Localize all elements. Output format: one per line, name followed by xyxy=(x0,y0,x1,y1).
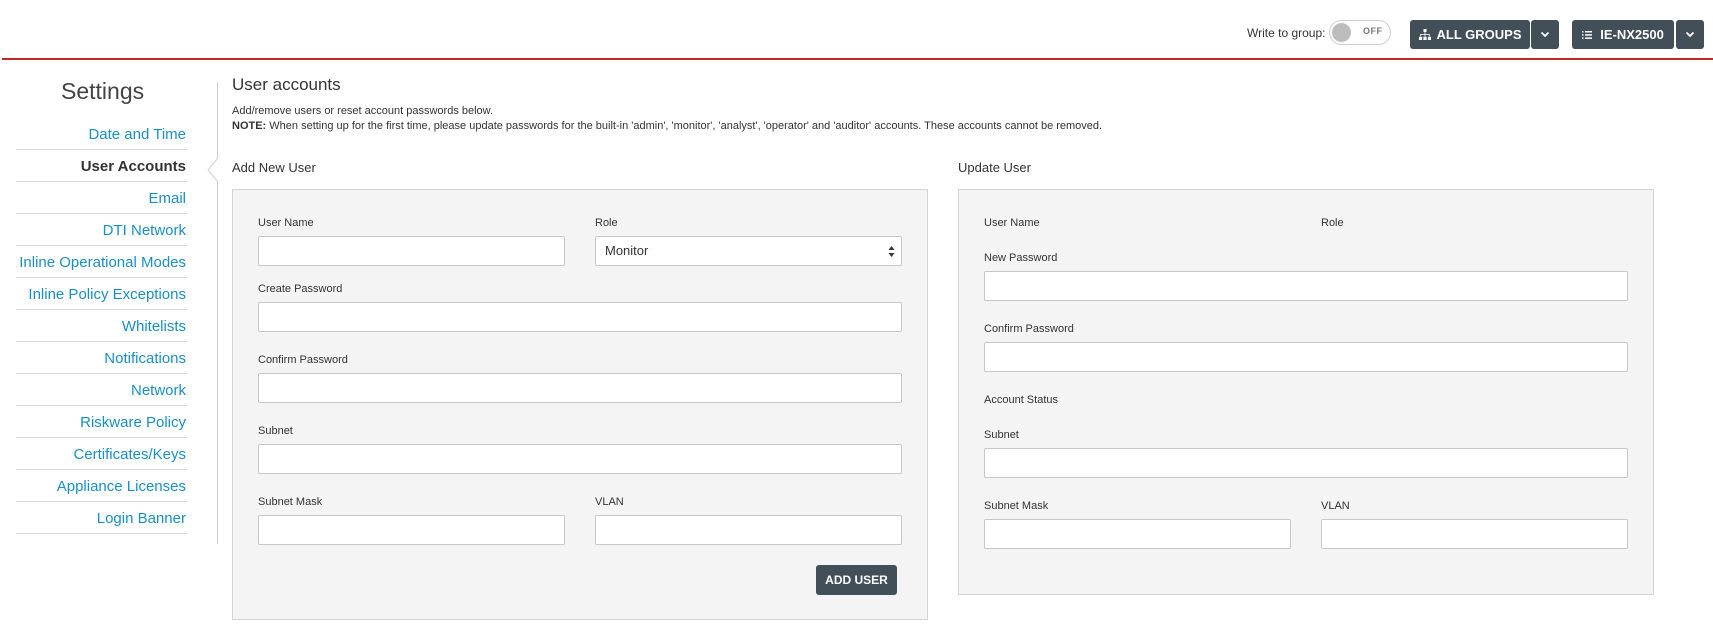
add-subnet-label: Subnet xyxy=(258,425,293,437)
add-vlan-label: VLAN xyxy=(595,496,624,508)
add-role-label: Role xyxy=(595,217,618,229)
chevron-down-icon xyxy=(1685,31,1695,38)
update-confirm-password-input[interactable] xyxy=(984,342,1628,372)
add-confirm-password-label: Confirm Password xyxy=(258,354,348,366)
sitemap-icon xyxy=(1418,29,1431,40)
sidebar-divider xyxy=(217,82,218,544)
add-username-label: User Name xyxy=(258,217,314,229)
update-role-label: Role xyxy=(1321,217,1344,229)
all-groups-label: ALL GROUPS xyxy=(1436,27,1522,42)
add-username-input[interactable] xyxy=(258,236,565,266)
top-bar: Write to group: OFF ALL GROUPS IE-NX2500 xyxy=(0,0,1713,58)
page-description: Add/remove users or reset account passwo… xyxy=(232,105,494,117)
toggle-knob xyxy=(1332,23,1351,42)
update-vlan-input[interactable] xyxy=(1321,519,1628,549)
write-to-group-toggle[interactable]: OFF xyxy=(1329,20,1391,45)
note-text: When setting up for the first time, plea… xyxy=(266,120,1103,132)
update-username-label: User Name xyxy=(984,217,1040,229)
list-icon xyxy=(1582,30,1593,39)
add-vlan-input[interactable] xyxy=(595,515,902,545)
sidebar-item-login-banner[interactable]: Login Banner xyxy=(16,502,187,534)
groups-dropdown-button[interactable] xyxy=(1531,20,1559,49)
create-password-input[interactable] xyxy=(258,302,902,332)
add-role-value: Monitor xyxy=(605,243,649,258)
sidebar-item-whitelists[interactable]: Whitelists xyxy=(16,310,187,342)
update-vlan-label: VLAN xyxy=(1321,500,1350,512)
add-subnet-input[interactable] xyxy=(258,444,902,474)
create-password-label: Create Password xyxy=(258,283,343,295)
update-subnet-mask-label: Subnet Mask xyxy=(984,500,1049,512)
add-user-title: Add New User xyxy=(232,160,316,175)
add-role-select[interactable]: Monitor xyxy=(595,236,902,266)
sidebar-item-inline-policy-exceptions[interactable]: Inline Policy Exceptions xyxy=(16,278,187,310)
device-button[interactable]: IE-NX2500 xyxy=(1572,20,1674,49)
sidebar-item-inline-operational-modes[interactable]: Inline Operational Modes xyxy=(16,246,187,278)
settings-sidebar: Date and Time User Accounts Email DTI Netwo… xyxy=(16,118,187,534)
device-dropdown-button[interactable] xyxy=(1676,20,1704,49)
page-title: User accounts xyxy=(232,75,341,94)
update-subnet-label: Subnet xyxy=(984,429,1019,441)
account-status-label: Account Status xyxy=(984,394,1058,406)
add-subnet-mask-input[interactable] xyxy=(258,515,565,545)
add-subnet-mask-label: Subnet Mask xyxy=(258,496,323,508)
sidebar-item-date-and-time[interactable]: Date and Time xyxy=(16,118,187,150)
sidebar-item-certificates-keys[interactable]: Certificates/Keys xyxy=(16,438,187,470)
add-user-button[interactable]: ADD USER xyxy=(816,565,897,595)
toggle-state-label: OFF xyxy=(1363,26,1383,36)
update-confirm-password-label: Confirm Password xyxy=(984,323,1074,335)
update-subnet-input[interactable] xyxy=(984,448,1628,478)
chevron-down-icon xyxy=(1540,31,1550,38)
new-password-input[interactable] xyxy=(984,271,1628,301)
sidebar-item-user-accounts[interactable]: User Accounts xyxy=(16,150,187,182)
sidebar-item-notifications[interactable]: Notifications xyxy=(16,342,187,374)
page-note: NOTE: When setting up for the first time… xyxy=(232,120,1102,132)
sidebar-item-dti-network[interactable]: DTI Network xyxy=(16,214,187,246)
sidebar-item-network[interactable]: Network xyxy=(16,374,187,406)
add-confirm-password-input[interactable] xyxy=(258,373,902,403)
header-divider xyxy=(2,58,1713,60)
settings-title: Settings xyxy=(61,78,145,104)
update-subnet-mask-input[interactable] xyxy=(984,519,1291,549)
sidebar-item-riskware-policy[interactable]: Riskware Policy xyxy=(16,406,187,438)
sort-arrows-icon xyxy=(888,246,895,257)
write-to-group-label: Write to group: xyxy=(1247,26,1326,40)
all-groups-button[interactable]: ALL GROUPS xyxy=(1410,20,1530,49)
sidebar-item-email[interactable]: Email xyxy=(16,182,187,214)
new-password-label: New Password xyxy=(984,252,1058,264)
update-user-title: Update User xyxy=(958,160,1031,175)
note-label: NOTE: xyxy=(232,120,267,132)
device-label: IE-NX2500 xyxy=(1600,27,1664,42)
active-indicator-caret xyxy=(207,158,219,182)
sidebar-item-appliance-licenses[interactable]: Appliance Licenses xyxy=(16,470,187,502)
